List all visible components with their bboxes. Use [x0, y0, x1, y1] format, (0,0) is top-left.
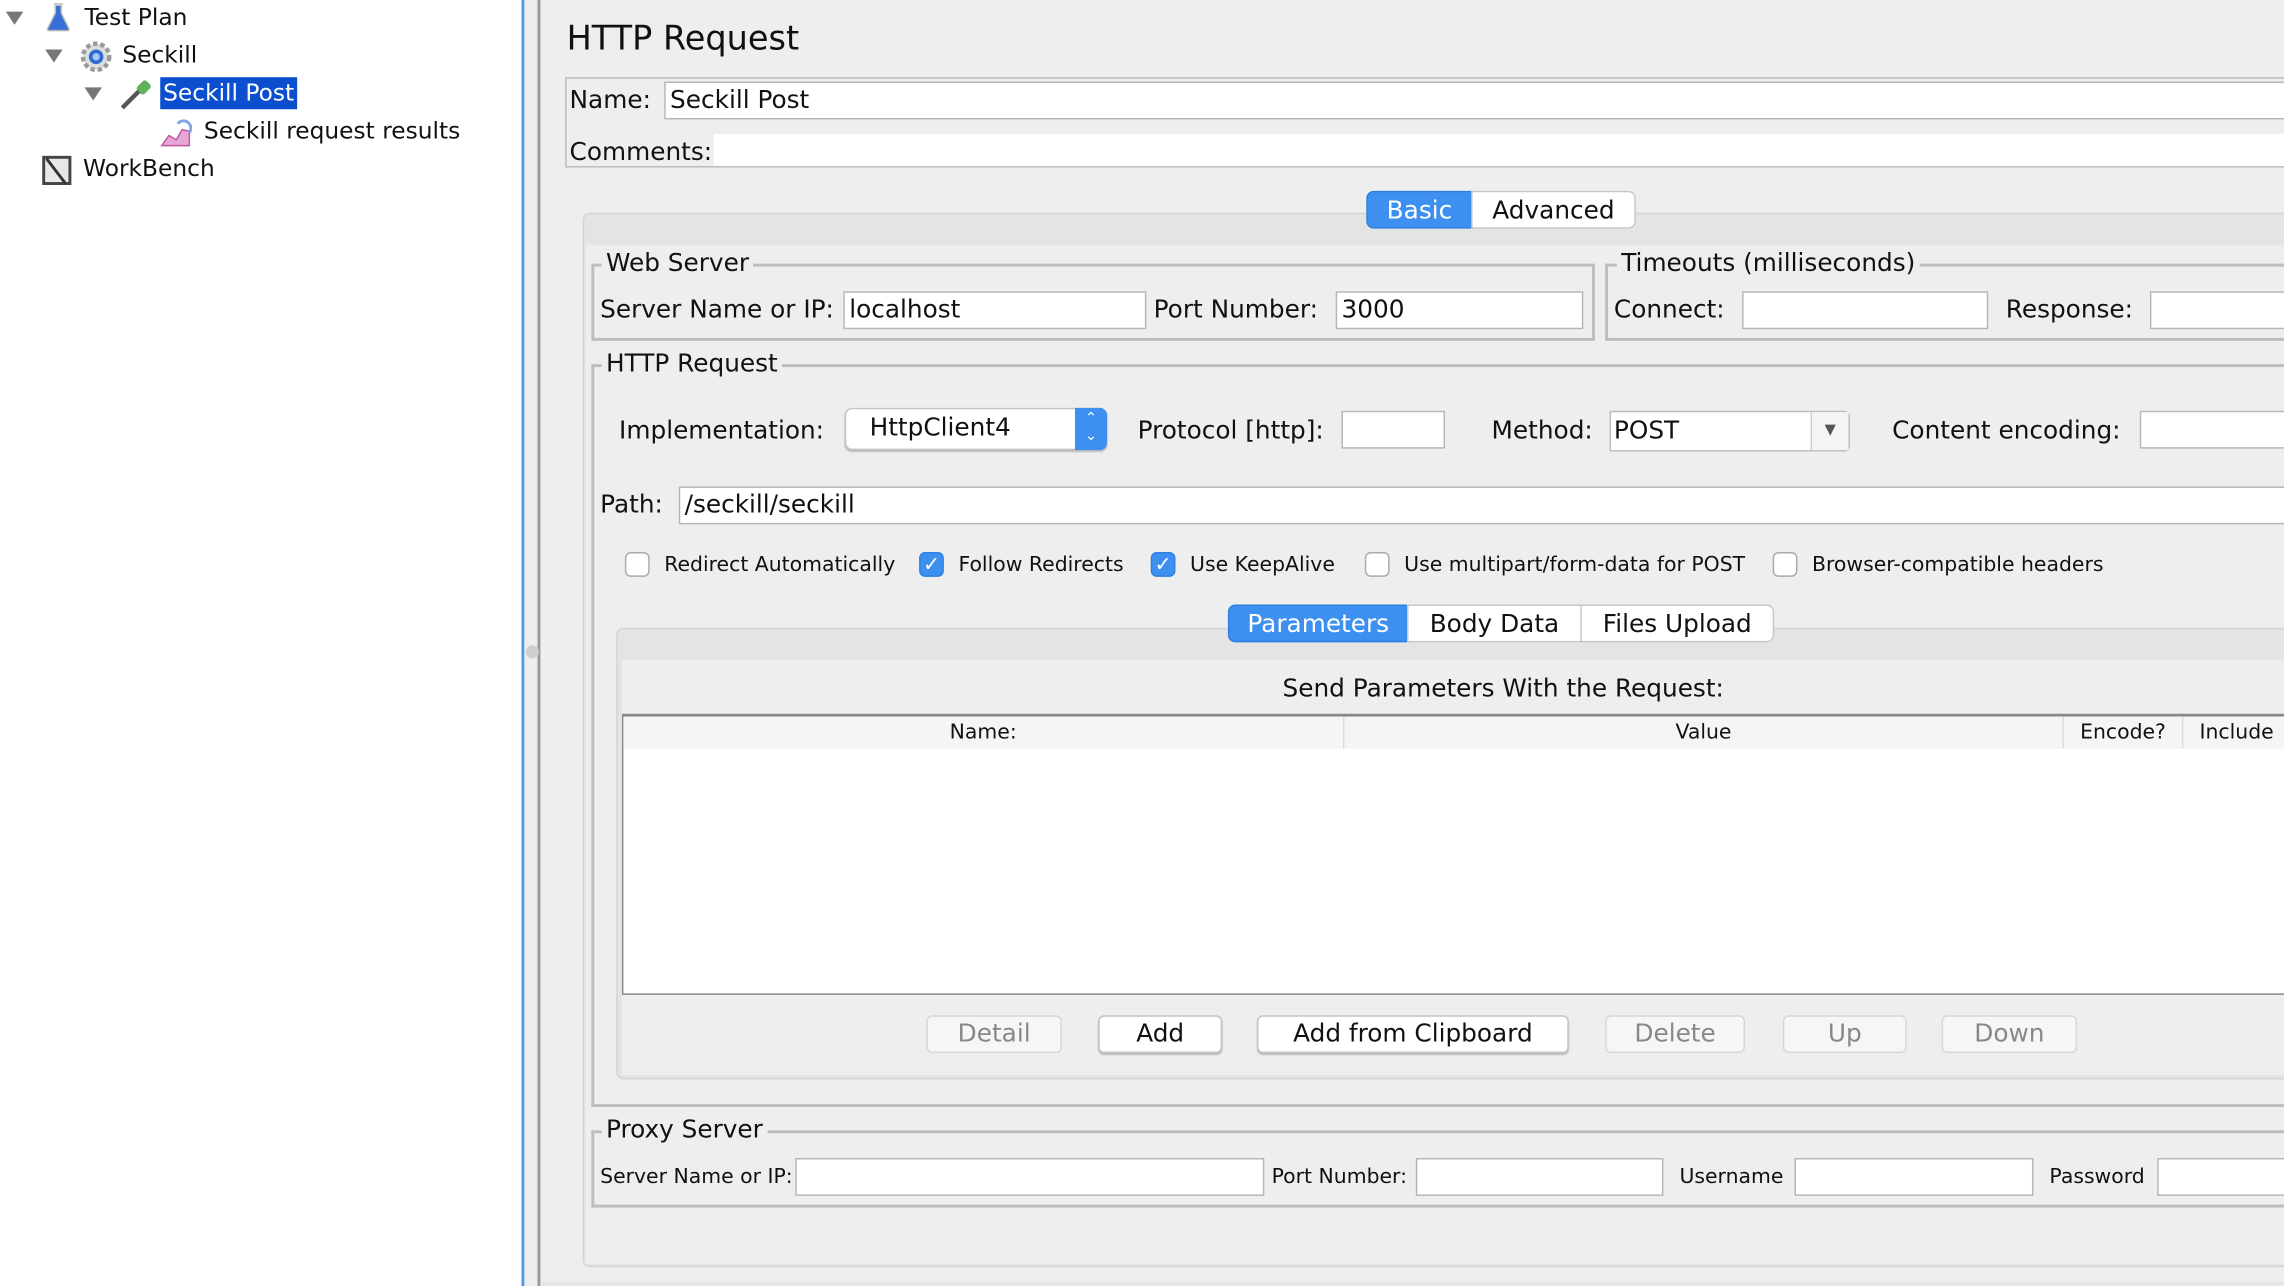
- down-button[interactable]: Down: [1941, 1015, 2078, 1054]
- redirect-automatically-label: Redirect Automatically: [664, 553, 896, 577]
- tab-files-upload[interactable]: Files Upload: [1580, 604, 1775, 643]
- pipette-icon: [118, 77, 151, 110]
- tree-item-label: Test Plan: [84, 2, 188, 31]
- comments-label: Comments:: [569, 138, 713, 168]
- table-header: Name: Value Encode? Include: [623, 716, 2284, 749]
- parameters-title: Send Parameters With the Request:: [1282, 674, 1724, 704]
- implementation-label: Implementation:: [619, 416, 825, 446]
- delete-button[interactable]: Delete: [1605, 1015, 1746, 1054]
- add-button[interactable]: Add: [1098, 1015, 1223, 1054]
- tree-item-label: Seckill request results: [203, 116, 461, 145]
- split-pane-divider[interactable]: [524, 0, 541, 1286]
- web-server-legend: Web Server: [601, 249, 754, 279]
- protocol-label: Protocol [http]:: [1137, 416, 1324, 446]
- use-multipart-label: Use multipart/form-data for POST: [1404, 553, 1746, 577]
- tree-item-label: Seckill Post: [160, 77, 298, 110]
- tree-item-label: WorkBench: [83, 154, 215, 183]
- method-label: Method:: [1491, 416, 1593, 446]
- server-name-input[interactable]: localhost: [843, 291, 1147, 330]
- gear-icon: [80, 41, 112, 73]
- tab-body-data[interactable]: Body Data: [1407, 604, 1582, 643]
- proxy-password-input[interactable]: [2157, 1157, 2284, 1196]
- content-encoding-label: Content encoding:: [1892, 416, 2121, 446]
- proxy-server-input[interactable]: [795, 1157, 1265, 1196]
- test-plan-tree[interactable]: Test Plan Seckill Seckill Post Seckill r…: [0, 0, 522, 1286]
- port-number-input[interactable]: 3000: [1335, 291, 1584, 330]
- flask-icon: [44, 2, 73, 32]
- method-value: POST: [1613, 416, 1680, 446]
- response-timeout-input[interactable]: [2149, 291, 2284, 330]
- content-encoding-input[interactable]: [2139, 410, 2284, 449]
- page-title: HTTP Request: [566, 20, 800, 59]
- connect-timeout-input[interactable]: [1742, 291, 1989, 330]
- proxy-port-input[interactable]: [1415, 1157, 1664, 1196]
- tree-item-seckill-request-results[interactable]: Seckill request results: [0, 115, 510, 147]
- up-down-chevron-icon[interactable]: ⌃ ⌄: [1074, 407, 1108, 451]
- tree-item-test-plan[interactable]: Test Plan: [0, 1, 510, 33]
- divider-handle-icon[interactable]: [525, 645, 539, 659]
- browser-compatible-headers-checkbox[interactable]: [1772, 552, 1798, 577]
- port-number-label: Port Number:: [1153, 295, 1318, 325]
- name-label: Name:: [569, 85, 651, 116]
- proxy-password-label: Password: [2049, 1165, 2145, 1189]
- up-button[interactable]: Up: [1782, 1015, 1907, 1054]
- proxy-port-label: Port Number:: [1271, 1165, 1407, 1189]
- detail-button[interactable]: Detail: [926, 1015, 1062, 1054]
- graph-icon: [160, 118, 193, 147]
- implementation-value: HttpClient4: [869, 413, 1011, 443]
- expand-triangle-icon[interactable]: [84, 87, 102, 101]
- proxy-username-label: Username: [1679, 1165, 1784, 1189]
- http-request-legend: HTTP Request: [601, 349, 783, 379]
- workbench-icon: [41, 154, 72, 185]
- proxy-username-input[interactable]: [1794, 1157, 2034, 1196]
- response-label: Response:: [2005, 295, 2134, 325]
- server-name-label: Server Name or IP:: [600, 295, 834, 325]
- comments-input[interactable]: [713, 134, 2284, 167]
- dropdown-arrow-icon[interactable]: ▼: [1810, 412, 1849, 451]
- expand-triangle-icon[interactable]: [5, 11, 24, 25]
- tree-item-label: Seckill: [122, 40, 198, 69]
- redirect-automatically-checkbox[interactable]: [624, 552, 650, 577]
- tree-item-seckill[interactable]: Seckill: [0, 39, 510, 73]
- column-header-encode[interactable]: Encode?: [2064, 716, 2184, 749]
- tree-item-seckill-post[interactable]: Seckill Post: [0, 77, 510, 110]
- proxy-server-legend: Proxy Server: [601, 1115, 768, 1145]
- name-input[interactable]: Seckill Post: [664, 81, 2284, 120]
- path-label: Path:: [600, 490, 663, 521]
- use-multipart-checkbox[interactable]: [1364, 552, 1390, 577]
- proxy-server-name-label: Server Name or IP:: [600, 1165, 793, 1189]
- column-header-value[interactable]: Value: [1344, 716, 2065, 749]
- tab-basic[interactable]: Basic: [1366, 190, 1473, 229]
- tab-parameters[interactable]: Parameters: [1227, 604, 1409, 643]
- column-header-name[interactable]: Name:: [623, 716, 1345, 749]
- parameters-table[interactable]: Name: Value Encode? Include: [621, 713, 2284, 995]
- connect-label: Connect:: [1613, 295, 1725, 325]
- timeouts-legend: Timeouts (milliseconds): [1616, 249, 1920, 279]
- browser-compatible-headers-label: Browser-compatible headers: [1812, 553, 2104, 577]
- use-keepalive-checkbox[interactable]: ✓: [1150, 552, 1176, 577]
- follow-redirects-checkbox[interactable]: ✓: [919, 552, 944, 577]
- implementation-select[interactable]: HttpClient4 ⌃ ⌄: [844, 407, 1108, 451]
- bottom-edge: [541, 1281, 2284, 1286]
- use-keepalive-label: Use KeepAlive: [1190, 553, 1335, 577]
- protocol-input[interactable]: [1341, 410, 1445, 449]
- path-input[interactable]: /seckill/seckill: [678, 486, 2284, 525]
- expand-triangle-icon[interactable]: [45, 49, 63, 63]
- tab-advanced[interactable]: Advanced: [1471, 190, 1636, 229]
- follow-redirects-label: Follow Redirects: [958, 553, 1124, 577]
- add-from-clipboard-button[interactable]: Add from Clipboard: [1257, 1015, 1569, 1054]
- tree-item-workbench[interactable]: WorkBench: [0, 153, 510, 185]
- column-header-include[interactable]: Include: [2183, 717, 2284, 749]
- method-select[interactable]: POST ▼: [1609, 410, 1850, 452]
